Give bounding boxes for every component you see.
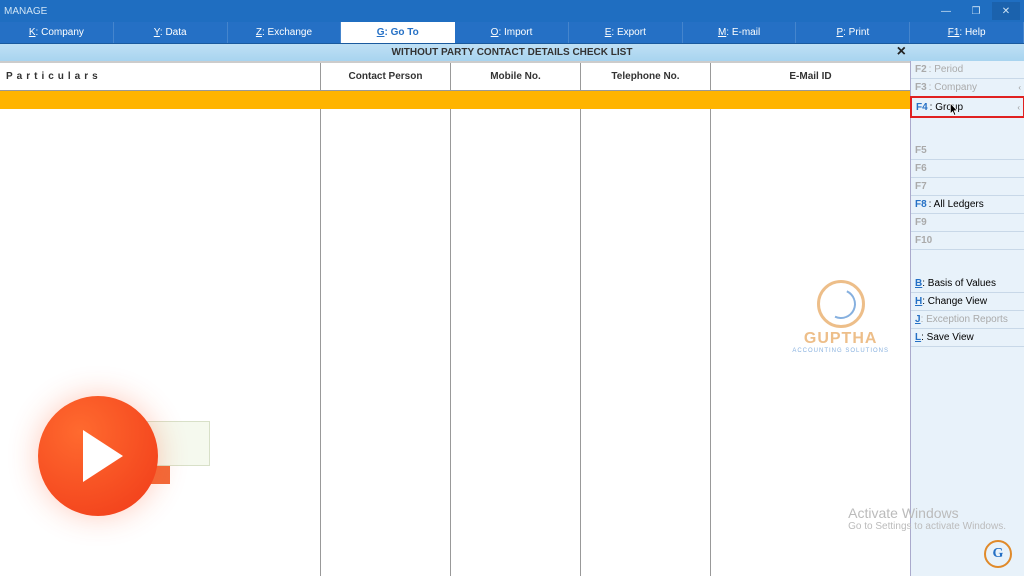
activate-line1: Activate Windows [848, 505, 1006, 521]
close-report-icon[interactable]: × [897, 43, 906, 61]
col-particulars: Particulars [0, 71, 320, 82]
report-title-bar: WITHOUT PARTY CONTACT DETAILS CHECK LIST… [0, 44, 1024, 61]
activate-line2: Go to Settings to activate Windows. [848, 521, 1006, 532]
maximize-button[interactable]: ❐ [962, 2, 990, 20]
title-bar: MANAGE — ❐ ✕ [0, 0, 1024, 22]
watermark-logo: GUPTHA ACCOUNTING SOLUTIONS [792, 280, 889, 354]
side-basis-of-values[interactable]: B: Basis of Values [911, 275, 1024, 293]
col-email: E-Mail ID [710, 63, 910, 90]
table-header: Particulars Contact Person Mobile No. Te… [0, 63, 910, 91]
play-button-overlay[interactable] [38, 396, 158, 516]
side-change-view[interactable]: H: Change View [911, 293, 1024, 311]
col-contact-person: Contact Person [320, 63, 450, 90]
col-body-contact [320, 109, 450, 576]
menu-export[interactable]: E: Export [569, 22, 683, 43]
side-f10: F10 [911, 232, 1024, 250]
play-icon [83, 430, 123, 482]
watermark-text: GUPTHA [792, 330, 889, 348]
menu-company[interactable]: K: Company [0, 22, 114, 43]
side-f7: F7 [911, 178, 1024, 196]
menu-bar: K: Company Y: Data Z: Exchange G: Go To … [0, 22, 1024, 44]
menu-import[interactable]: O: Import [455, 22, 569, 43]
side-f4-group[interactable]: F4: Group‹ [910, 96, 1024, 118]
col-body-particulars [0, 109, 320, 576]
table-body [0, 109, 910, 576]
window-controls: — ❐ ✕ [932, 2, 1020, 20]
menu-email[interactable]: M: E-mail [683, 22, 797, 43]
watermark-icon [817, 280, 865, 328]
app-title: MANAGE [4, 6, 47, 17]
col-body-mobile [450, 109, 580, 576]
side-f2-period[interactable]: F2: Period [911, 61, 1024, 79]
side-f6: F6 [911, 160, 1024, 178]
side-f9: F9 [911, 214, 1024, 232]
corner-logo-icon: G [984, 540, 1012, 568]
side-exception-reports[interactable]: J: Exception Reports [911, 311, 1024, 329]
side-f5: F5 [911, 142, 1024, 160]
side-save-view[interactable]: L: Save View [911, 329, 1024, 347]
selection-bar[interactable] [0, 91, 910, 109]
side-panel: F2: Period F3: Company‹ F4: Group‹ F5 F6… [910, 61, 1024, 576]
menu-print[interactable]: P: Print [796, 22, 910, 43]
menu-exchange[interactable]: Z: Exchange [228, 22, 342, 43]
minimize-button[interactable]: — [932, 2, 960, 20]
col-mobile: Mobile No. [450, 63, 580, 90]
side-f8-all-ledgers[interactable]: F8: All Ledgers [911, 196, 1024, 214]
menu-goto[interactable]: G: Go To [341, 22, 455, 43]
side-f3-company[interactable]: F3: Company‹ [911, 79, 1024, 97]
watermark-subtext: ACCOUNTING SOLUTIONS [792, 348, 889, 354]
col-telephone: Telephone No. [580, 63, 710, 90]
activate-windows-overlay: Activate Windows Go to Settings to activ… [848, 505, 1006, 532]
close-button[interactable]: ✕ [992, 2, 1020, 20]
menu-help[interactable]: F1: Help [910, 22, 1024, 43]
report-title: WITHOUT PARTY CONTACT DETAILS CHECK LIST [392, 47, 633, 58]
col-body-telephone [580, 109, 710, 576]
menu-data[interactable]: Y: Data [114, 22, 228, 43]
mouse-cursor-icon [950, 103, 960, 117]
